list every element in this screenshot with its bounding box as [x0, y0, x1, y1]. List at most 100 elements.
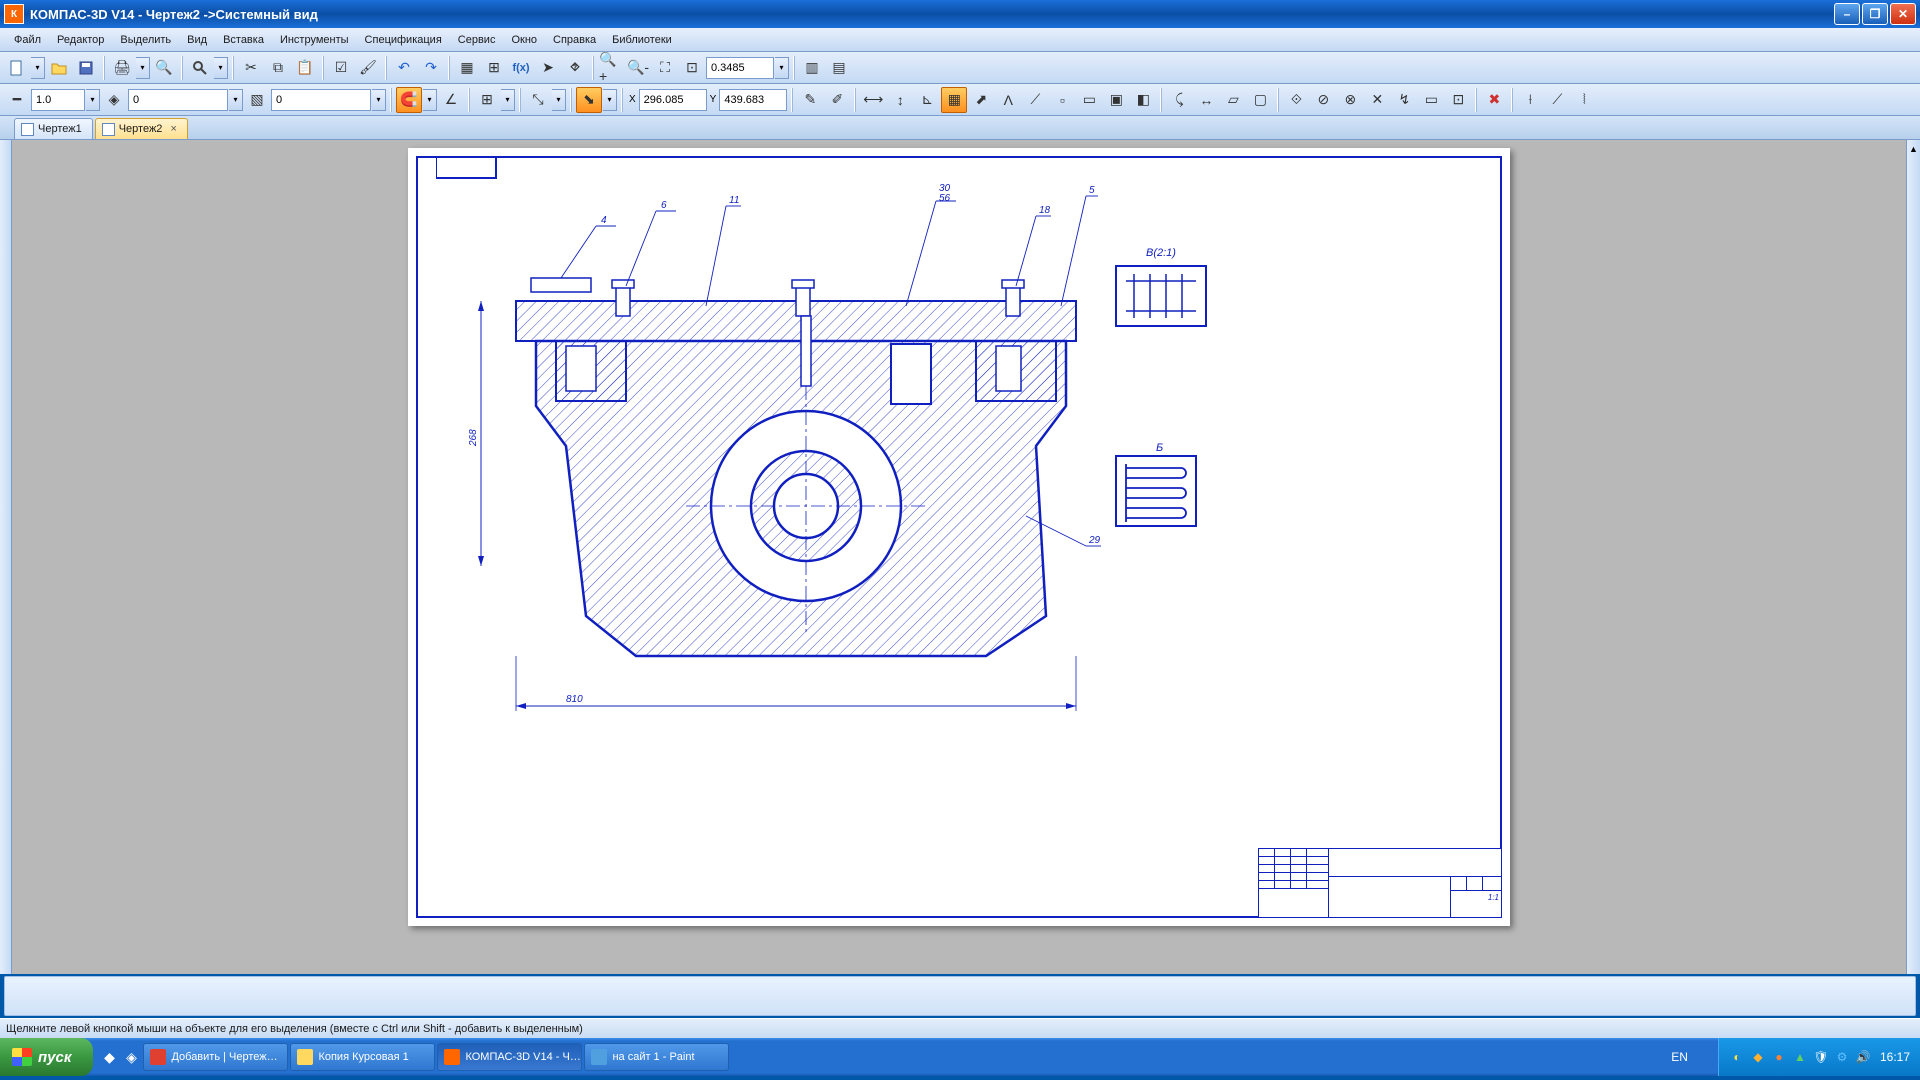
tool-ex-4[interactable]: ⦚ — [1571, 87, 1597, 113]
mod-tool-10[interactable]: ▭ — [1418, 87, 1444, 113]
tab-chertezh2[interactable]: Чертеж2 × — [95, 118, 188, 139]
color-icon[interactable]: ▧ — [244, 87, 270, 113]
close-tab-icon[interactable]: × — [170, 123, 176, 135]
search-button[interactable] — [187, 55, 213, 81]
edit-tool-1[interactable]: ✎ — [797, 87, 823, 113]
grid-dropdown[interactable]: ▾ — [501, 89, 515, 111]
start-button[interactable]: пуск — [0, 1038, 93, 1076]
ortho-dropdown[interactable]: ▾ — [603, 89, 617, 111]
grid-toggle-button[interactable]: ⊞ — [474, 87, 500, 113]
layer-icon[interactable]: ◈ — [101, 87, 127, 113]
layers-button[interactable]: ▦ — [454, 55, 480, 81]
menu-tools[interactable]: Инструменты — [272, 31, 357, 49]
mod-tool-7[interactable]: ⊗ — [1337, 87, 1363, 113]
print-button[interactable]: 🖨 — [109, 55, 135, 81]
mod-tool-11[interactable]: ⊡ — [1445, 87, 1471, 113]
maximize-button[interactable]: ❐ — [1862, 3, 1888, 25]
zoom-out-button[interactable]: 🔍- — [625, 55, 651, 81]
mod-tool-1[interactable]: ⤹ — [1166, 87, 1192, 113]
tray-icon-5[interactable]: 🛡 — [1813, 1049, 1829, 1065]
scale-input[interactable] — [31, 89, 85, 111]
tray-icon-4[interactable]: ▲ — [1792, 1049, 1808, 1065]
tool-ex-2[interactable]: ⟊ — [1517, 87, 1543, 113]
new-doc-button[interactable] — [4, 55, 30, 81]
volume-icon[interactable]: 🔊 — [1855, 1049, 1871, 1065]
close-button[interactable]: ✕ — [1890, 3, 1916, 25]
dim-tool-11[interactable]: ◧ — [1130, 87, 1156, 113]
view-button-1[interactable]: ▥ — [799, 55, 825, 81]
dim-tool-8[interactable]: ▫ — [1049, 87, 1075, 113]
menu-editor[interactable]: Редактор — [49, 31, 112, 49]
task-item-yandex[interactable]: Добавить | Чертеж… — [143, 1043, 288, 1071]
zoom-value-input[interactable] — [706, 57, 774, 79]
zoom-region-button[interactable]: ⛶ — [652, 55, 678, 81]
snap-dropdown[interactable]: ▾ — [423, 89, 437, 111]
dim-tool-3[interactable]: ⊾ — [914, 87, 940, 113]
canvas[interactable]: 810 268 — [12, 140, 1906, 974]
zoom-fit-button[interactable]: ⊡ — [679, 55, 705, 81]
new-doc-dropdown[interactable]: ▾ — [31, 57, 45, 79]
command-panel[interactable] — [4, 976, 1916, 1016]
quick-launch-2[interactable]: ◈ — [121, 1043, 141, 1071]
menu-insert[interactable]: Вставка — [215, 31, 272, 49]
copy-button[interactable]: ⧉ — [265, 55, 291, 81]
minimize-button[interactable]: – — [1834, 3, 1860, 25]
menu-file[interactable]: Файл — [6, 31, 49, 49]
color-dropdown[interactable]: ▾ — [372, 89, 386, 111]
dim-tool-5[interactable]: ⬈ — [968, 87, 994, 113]
brush-button[interactable]: 🖌 — [355, 55, 381, 81]
dim-tool-4[interactable]: ▦ — [941, 87, 967, 113]
dim-tool-10[interactable]: ▣ — [1103, 87, 1129, 113]
paste-button[interactable]: 📋 — [292, 55, 318, 81]
tray-icon-2[interactable]: ◆ — [1750, 1049, 1766, 1065]
help-cursor-button[interactable]: ⯑ — [562, 55, 588, 81]
dim-tool-6[interactable]: Λ — [995, 87, 1021, 113]
print-dropdown[interactable]: ▾ — [136, 57, 150, 79]
view-button-2[interactable]: ▤ — [826, 55, 852, 81]
tray-icon-1[interactable]: ◐ — [1729, 1049, 1745, 1065]
edit-tool-2[interactable]: ✐ — [824, 87, 850, 113]
mod-tool-8[interactable]: ✕ — [1364, 87, 1390, 113]
mod-tool-5[interactable]: ⟐ — [1283, 87, 1309, 113]
coord-dropdown[interactable]: ▾ — [552, 89, 566, 111]
cut-button[interactable]: ✂ — [238, 55, 264, 81]
tray-icon-3[interactable]: ● — [1771, 1049, 1787, 1065]
mod-tool-3[interactable]: ▱ — [1220, 87, 1246, 113]
zoom-dropdown[interactable]: ▾ — [775, 57, 789, 79]
redo-button[interactable]: ↷ — [418, 55, 444, 81]
dim-tool-7[interactable]: ⟋ — [1022, 87, 1048, 113]
left-toolbar[interactable] — [0, 140, 12, 974]
task-item-folder[interactable]: Копия Курсовая 1 — [290, 1043, 435, 1071]
open-button[interactable] — [46, 55, 72, 81]
angle-button[interactable]: ∠ — [438, 87, 464, 113]
menu-view[interactable]: Вид — [179, 31, 215, 49]
task-item-kompas[interactable]: КОМПАС-3D V14 - Ч… — [437, 1043, 582, 1071]
snap-button[interactable]: 🧲 — [396, 87, 422, 113]
coord-button[interactable]: ⤡ — [525, 87, 551, 113]
properties-button[interactable]: ☑ — [328, 55, 354, 81]
save-button[interactable] — [73, 55, 99, 81]
x-coord-input[interactable] — [639, 89, 707, 111]
mod-tool-2[interactable]: ↔ — [1193, 87, 1219, 113]
mod-tool-9[interactable]: ↯ — [1391, 87, 1417, 113]
undo-button[interactable]: ↶ — [391, 55, 417, 81]
quick-launch-1[interactable]: ◆ — [99, 1043, 119, 1071]
dim-tool-1[interactable]: ⟷ — [860, 87, 886, 113]
tray-icon-6[interactable]: ⚙ — [1834, 1049, 1850, 1065]
menu-service[interactable]: Сервис — [450, 31, 504, 49]
tab-chertezh1[interactable]: Чертеж1 — [14, 118, 93, 139]
menu-spec[interactable]: Спецификация — [357, 31, 450, 49]
cursor-button[interactable]: ➤ — [535, 55, 561, 81]
preview-button[interactable]: 🔍 — [151, 55, 177, 81]
menu-window[interactable]: Окно — [503, 31, 545, 49]
tool-ex-3[interactable]: ⟋ — [1544, 87, 1570, 113]
menu-select[interactable]: Выделить — [112, 31, 179, 49]
language-indicator[interactable]: EN — [1671, 1050, 1688, 1064]
grid-button[interactable]: ⊞ — [481, 55, 507, 81]
zoom-in-button[interactable]: 🔍+ — [598, 55, 624, 81]
y-coord-input[interactable] — [719, 89, 787, 111]
line-style-button[interactable]: ━ — [4, 87, 30, 113]
tool-ex-1[interactable]: ✖ — [1481, 87, 1507, 113]
search-dropdown[interactable]: ▾ — [214, 57, 228, 79]
mod-tool-6[interactable]: ⊘ — [1310, 87, 1336, 113]
